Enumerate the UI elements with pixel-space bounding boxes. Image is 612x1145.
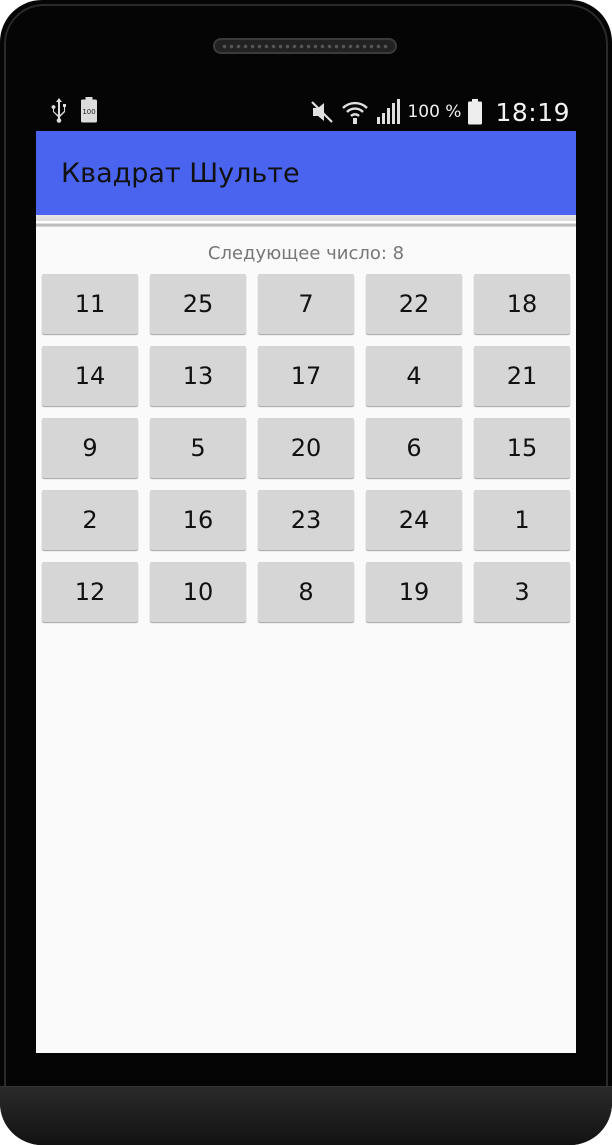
battery-full-icon: 100 xyxy=(80,97,98,123)
grid-cell-button[interactable]: 14 xyxy=(42,346,138,406)
grid-cell-button[interactable]: 6 xyxy=(366,418,462,478)
grid-cell-button[interactable]: 10 xyxy=(150,562,246,622)
grid-cell-button[interactable]: 5 xyxy=(150,418,246,478)
grid-cell-button[interactable]: 1 xyxy=(474,490,570,550)
grid-cell-button[interactable]: 15 xyxy=(474,418,570,478)
svg-text:100: 100 xyxy=(82,108,95,116)
status-bar: 100 100 % 18:19 xyxy=(36,93,576,131)
mute-icon xyxy=(309,99,335,125)
app-title: Квадрат Шульте xyxy=(61,158,300,189)
grid-cell-button[interactable]: 19 xyxy=(366,562,462,622)
grid-cell-button[interactable]: 12 xyxy=(42,562,138,622)
usb-icon xyxy=(50,97,68,123)
grid-cell-button[interactable]: 18 xyxy=(474,274,570,334)
grid-cell-button[interactable]: 17 xyxy=(258,346,354,406)
app-toolbar: Квадрат Шульте xyxy=(36,131,576,215)
toolbar-divider xyxy=(36,215,576,229)
earpiece-speaker xyxy=(213,38,397,54)
grid-cell-button[interactable]: 25 xyxy=(150,274,246,334)
clock: 18:19 xyxy=(495,97,570,127)
grid-cell-button[interactable]: 2 xyxy=(42,490,138,550)
grid-cell-button[interactable]: 21 xyxy=(474,346,570,406)
grid-cell-button[interactable]: 16 xyxy=(150,490,246,550)
grid-cell-button[interactable]: 20 xyxy=(258,418,354,478)
app-screen: Квадрат Шульте Следующее число: 8 11 25 7 2… xyxy=(36,131,576,1053)
grid-cell-button[interactable]: 23 xyxy=(258,490,354,550)
grid-cell-button[interactable]: 11 xyxy=(42,274,138,334)
grid-cell-button[interactable]: 24 xyxy=(366,490,462,550)
next-number-hint: Следующее число: 8 xyxy=(207,243,405,264)
grid-cell-button[interactable]: 13 xyxy=(150,346,246,406)
signal-icon xyxy=(375,99,401,125)
grid-cell-button[interactable]: 4 xyxy=(366,346,462,406)
grid-cell-button[interactable]: 9 xyxy=(42,418,138,478)
grid-cell-button[interactable]: 3 xyxy=(474,562,570,622)
bottom-bezel xyxy=(0,1086,612,1145)
battery-icon xyxy=(467,99,483,125)
grid-cell-button[interactable]: 8 xyxy=(258,562,354,622)
grid-cell-button[interactable]: 22 xyxy=(366,274,462,334)
schulte-grid: 11 25 7 22 18 14 13 17 4 21 9 5 20 6 15 2 16 23 24 1 12 10 8 19… xyxy=(42,274,570,622)
wifi-icon xyxy=(341,99,369,125)
grid-cell-button[interactable]: 7 xyxy=(258,274,354,334)
phone-frame: 100 100 % 18:19 Квадрат Шульте Следующее… xyxy=(0,0,612,1145)
battery-percent: 100 % xyxy=(407,102,462,122)
